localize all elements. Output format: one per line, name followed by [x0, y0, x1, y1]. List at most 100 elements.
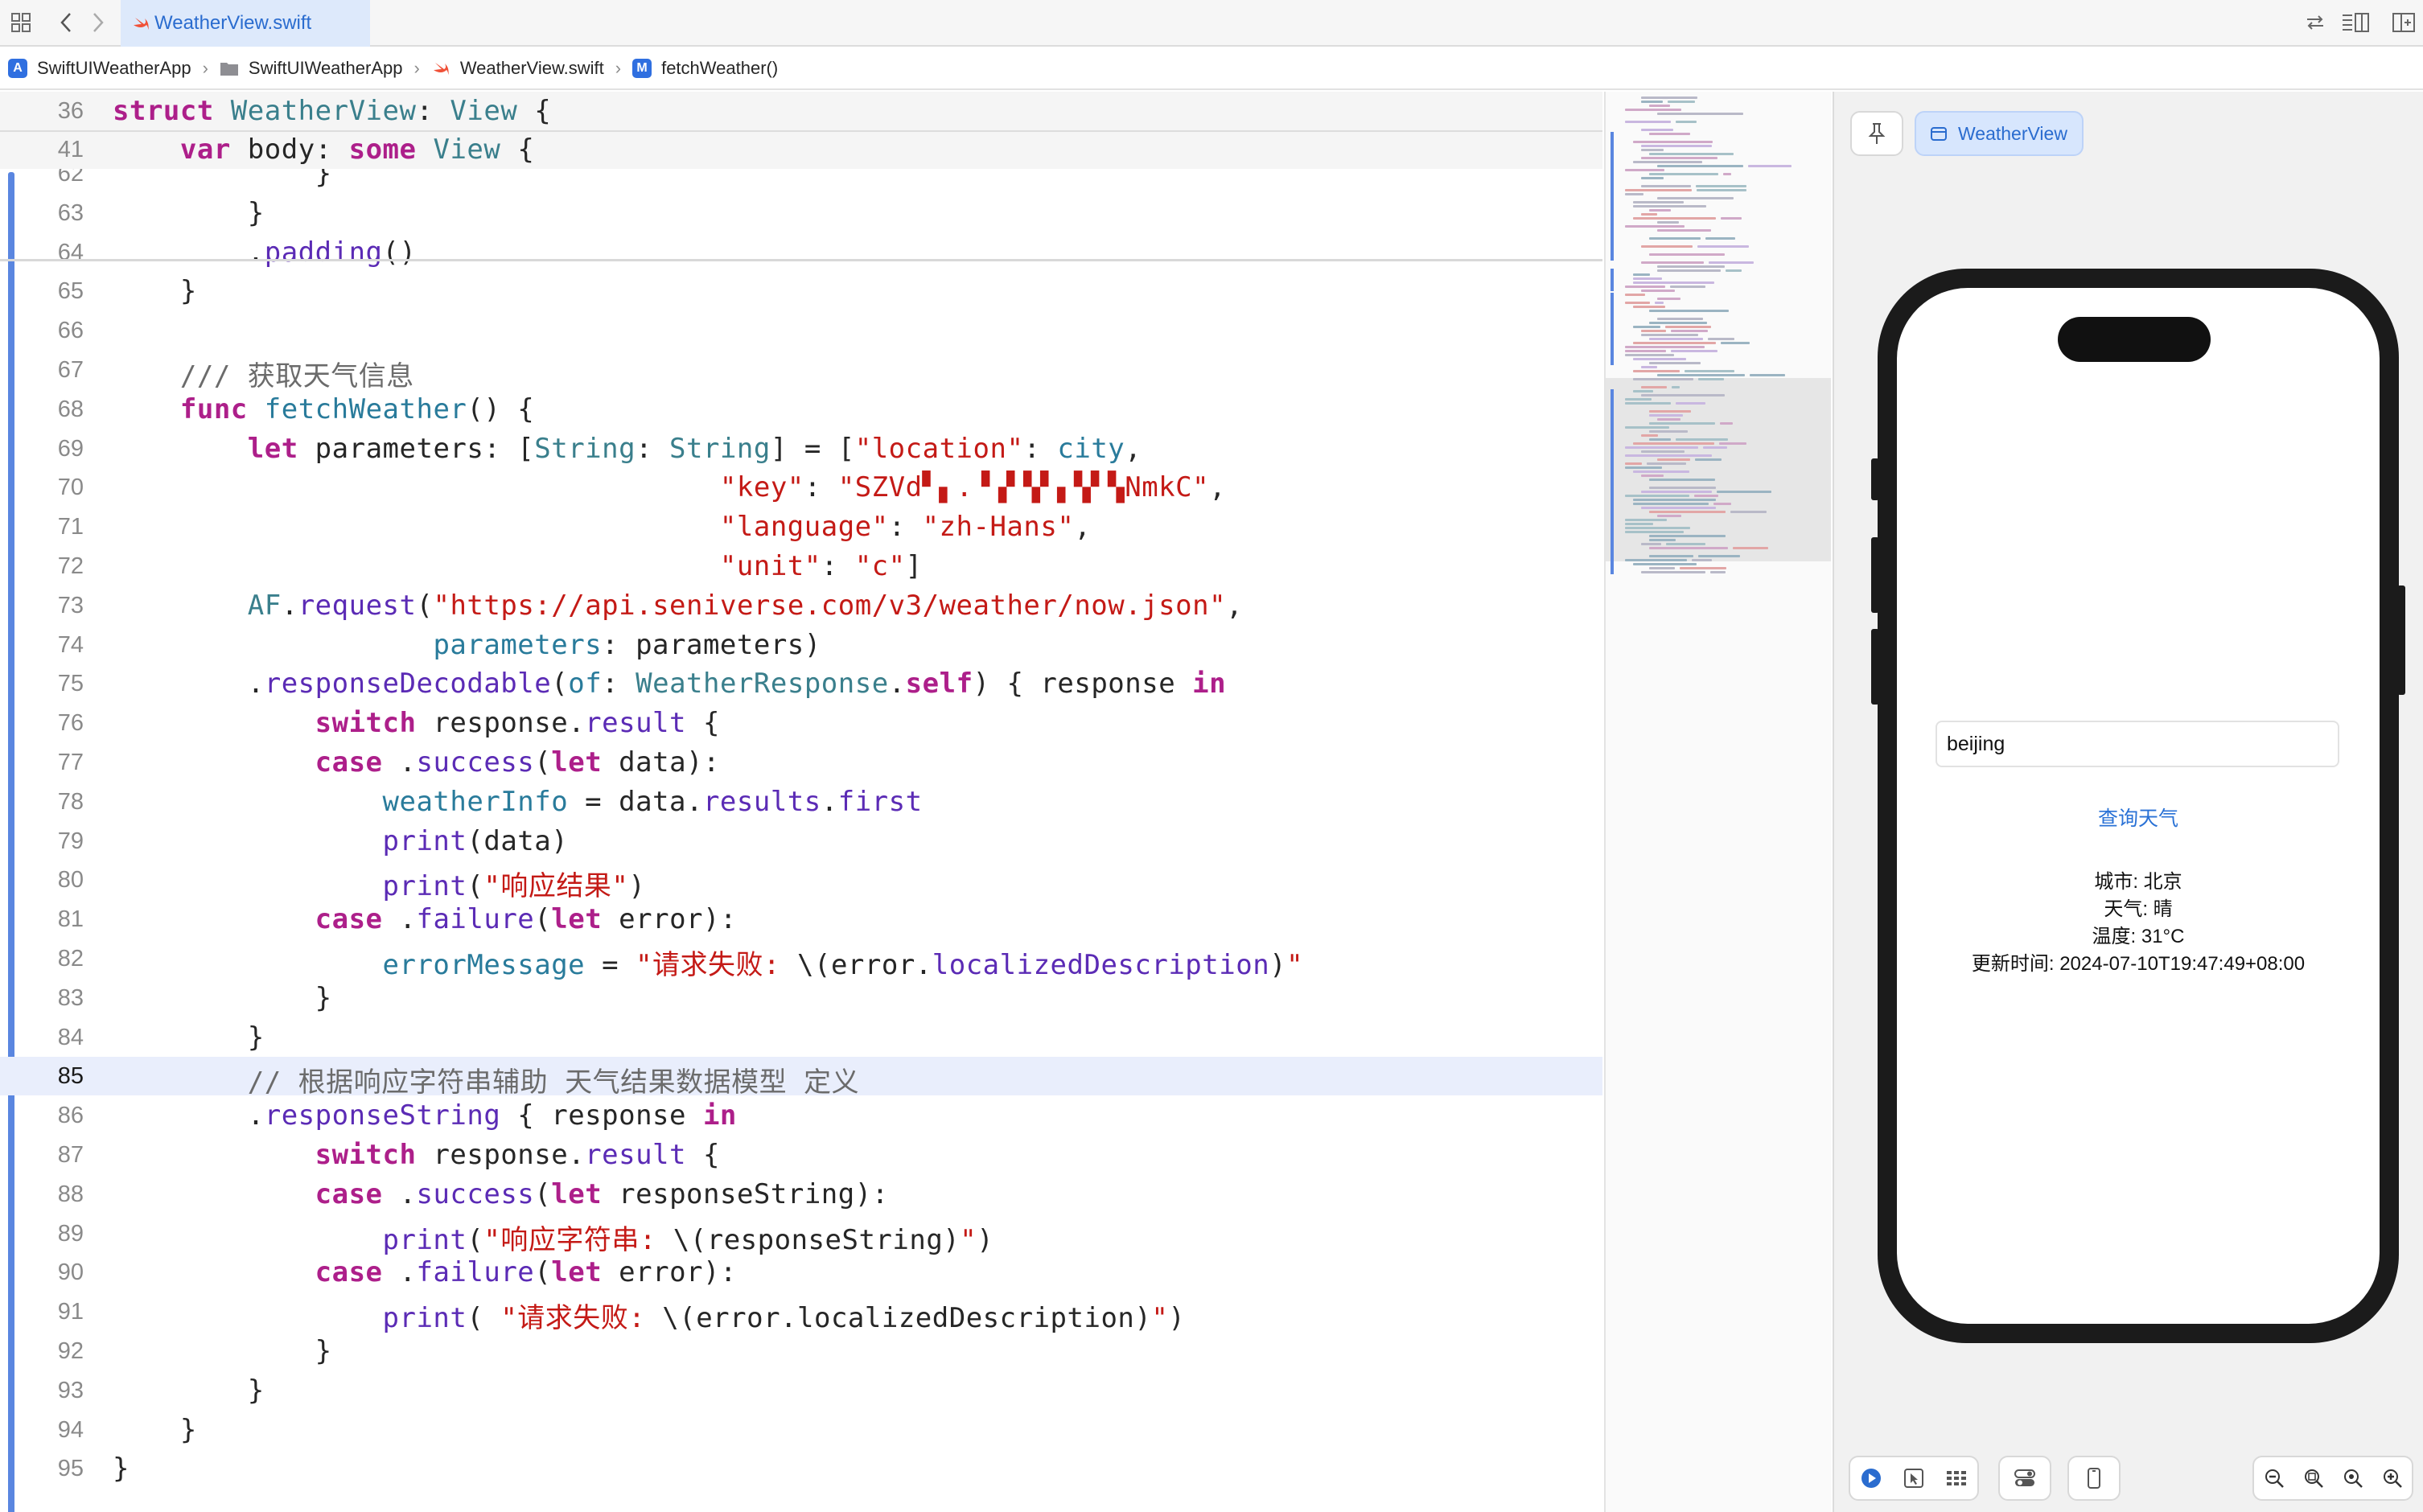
- minimap-line: [1625, 426, 1669, 429]
- minimap-line: [1703, 446, 1727, 449]
- xcode-window: WeatherView.swift A SwiftUIWeatherApp › …: [0, 0, 2423, 1512]
- zoom-fit-icon[interactable]: [2302, 1466, 2326, 1490]
- code-line[interactable]: 89 print("响应字符串: \(responseString)"): [0, 1214, 1602, 1256]
- code-line[interactable]: 83 }: [0, 979, 1602, 1017]
- forward-chevron-icon[interactable]: [84, 8, 113, 37]
- minimap-line: [1633, 378, 1693, 380]
- zoom-out-icon[interactable]: [2262, 1466, 2286, 1490]
- code-line[interactable]: 36 struct WeatherView: View {: [0, 92, 1602, 130]
- add-editor-icon[interactable]: [2389, 8, 2418, 37]
- line-number: 74: [57, 632, 84, 658]
- code-line[interactable]: 67 /// 获取天气信息: [0, 351, 1602, 392]
- code-line[interactable]: 68 func fetchWeather() {: [0, 390, 1602, 429]
- phone-screen: beijing 查询天气 城市: 北京 天气: 晴 温度: 31°C 更新时间:…: [1897, 288, 2380, 1324]
- code-line[interactable]: 74 parameters: parameters): [0, 626, 1602, 664]
- minimap-line: [1641, 366, 1657, 368]
- code-line[interactable]: 87 switch response.result {: [0, 1136, 1602, 1174]
- minimap-change-bar: [1611, 463, 1614, 473]
- breadcrumb-item-method[interactable]: M fetchWeather(): [632, 47, 778, 89]
- code-line[interactable]: 66: [0, 311, 1602, 350]
- minimap-line: [1655, 302, 1664, 304]
- minimap-line: [1649, 487, 1716, 489]
- breadcrumb-label: SwiftUIWeatherApp: [248, 58, 403, 78]
- code-line[interactable]: 78 weatherInfo = data.results.first: [0, 783, 1602, 821]
- code-line[interactable]: 91 print( "请求失败: \(error.localizedDescri…: [0, 1292, 1602, 1334]
- code-line[interactable]: 86 .responseString { response in: [0, 1096, 1602, 1135]
- preview-view-label: WeatherView: [1958, 122, 2067, 144]
- code-line[interactable]: 72 "unit": "c"]: [0, 547, 1602, 585]
- chevron-right-icon: ›: [202, 58, 208, 78]
- minimap-line: [1721, 342, 1750, 344]
- code-line[interactable]: 69 let parameters: [String: String] = ["…: [0, 429, 1602, 468]
- line-number: 63: [57, 200, 84, 226]
- city-input[interactable]: beijing: [1936, 721, 2339, 767]
- code-text: print(data): [382, 825, 569, 857]
- grid-icon[interactable]: [6, 8, 35, 37]
- code-text: }: [113, 1452, 130, 1485]
- zoom-actual-icon[interactable]: [2341, 1466, 2365, 1490]
- code-text: }: [113, 1021, 265, 1054]
- code-line[interactable]: 95}: [0, 1449, 1602, 1488]
- minimap-visible-region[interactable]: [1606, 378, 1831, 561]
- code-line[interactable]: 70 "key": "SZVd▘▖.▝▗▘▚▘▖▚▘▚NmkC",: [0, 468, 1602, 507]
- code-line[interactable]: 80 print("响应结果"): [0, 861, 1602, 902]
- line-number: 92: [57, 1338, 84, 1364]
- query-weather-button[interactable]: 查询天气: [1897, 803, 2380, 832]
- minimap-line: [1721, 217, 1742, 220]
- code-line[interactable]: 94 }: [0, 1411, 1602, 1449]
- back-chevron-icon[interactable]: [51, 8, 80, 37]
- code-line[interactable]: 92 }: [0, 1332, 1602, 1370]
- device-settings-icon[interactable]: [2013, 1466, 2037, 1490]
- code-line[interactable]: 73 AF.request("https://api.seniverse.com…: [0, 586, 1602, 625]
- code-editor[interactable]: 62 } 63 } 64 .padding() 65 } 66 67 /// 获取天气信息…: [0, 92, 1602, 1512]
- code-line[interactable]: 75 .responseDecodable(of: WeatherRespons…: [0, 664, 1602, 703]
- code-line[interactable]: 81 case .failure(let error):: [0, 900, 1602, 939]
- folder-icon: [220, 59, 239, 78]
- code-line[interactable]: 93 }: [0, 1371, 1602, 1410]
- code-line[interactable]: 64 .padding(): [0, 233, 1602, 272]
- minimap-line: [1649, 105, 1670, 107]
- minimap[interactable]: [1604, 92, 1831, 1512]
- code-line[interactable]: 79 print(data): [0, 822, 1602, 861]
- code-line[interactable]: 88 case .success(let responseString):: [0, 1175, 1602, 1214]
- selectable-pointer-icon[interactable]: [1902, 1466, 1926, 1490]
- iphone-icon[interactable]: [2082, 1466, 2106, 1490]
- code-line[interactable]: 85 // 根据响应字符串辅助 天气结果数据模型 定义: [0, 1057, 1602, 1099]
- minimap-line: [1649, 422, 1715, 425]
- code-line[interactable]: 41 var body: some View {: [0, 130, 1602, 169]
- iphone-device-frame: beijing 查询天气 城市: 北京 天气: 晴 温度: 31°C 更新时间:…: [1871, 269, 2405, 1343]
- pin-button[interactable]: [1850, 111, 1903, 156]
- code-line[interactable]: 63 }: [0, 194, 1602, 232]
- breadcrumb-item-project[interactable]: A SwiftUIWeatherApp: [8, 47, 191, 89]
- swap-arrows-icon[interactable]: [2301, 8, 2330, 37]
- city-text: 城市: 北京: [2094, 871, 2182, 893]
- minimap-line: [1625, 527, 1690, 529]
- code-line[interactable]: 76 switch response.result {: [0, 704, 1602, 742]
- code-text: weatherInfo = data.results.first: [382, 786, 923, 818]
- minimap-line: [1657, 458, 1690, 461]
- code-text: }: [113, 197, 265, 229]
- mute-switch: [1871, 458, 1879, 500]
- live-play-icon[interactable]: [1859, 1466, 1883, 1490]
- variants-grid-icon[interactable]: [1944, 1466, 1968, 1490]
- tab-weatherview-swift[interactable]: WeatherView.swift: [121, 0, 370, 47]
- minimap-line: [1649, 209, 1671, 212]
- code-line[interactable]: 82 errorMessage = "请求失败: \(error.localiz…: [0, 939, 1602, 981]
- code-line[interactable]: 71 "language": "zh-Hans",: [0, 507, 1602, 546]
- minimap-line: [1633, 390, 1653, 392]
- breadcrumb-item-file[interactable]: WeatherView.swift: [431, 47, 604, 89]
- minimap-line: [1649, 253, 1725, 256]
- code-line[interactable]: 77 case .success(let data):: [0, 743, 1602, 782]
- code-line[interactable]: 65 }: [0, 272, 1602, 310]
- code-line[interactable]: 90 case .failure(let error):: [0, 1253, 1602, 1292]
- minimap-line: [1705, 237, 1735, 240]
- volume-up-button: [1871, 537, 1879, 613]
- minimap-line: [1695, 458, 1722, 461]
- zoom-in-icon[interactable]: [2380, 1466, 2404, 1490]
- minimap-line: [1625, 225, 1685, 228]
- editor-options-icon[interactable]: [2341, 8, 2370, 37]
- preview-view-selector[interactable]: WeatherView: [1915, 111, 2084, 156]
- code-line[interactable]: 84 }: [0, 1018, 1602, 1057]
- breadcrumb-item-group[interactable]: SwiftUIWeatherApp: [220, 47, 403, 89]
- code-text: .padding(): [113, 236, 417, 269]
